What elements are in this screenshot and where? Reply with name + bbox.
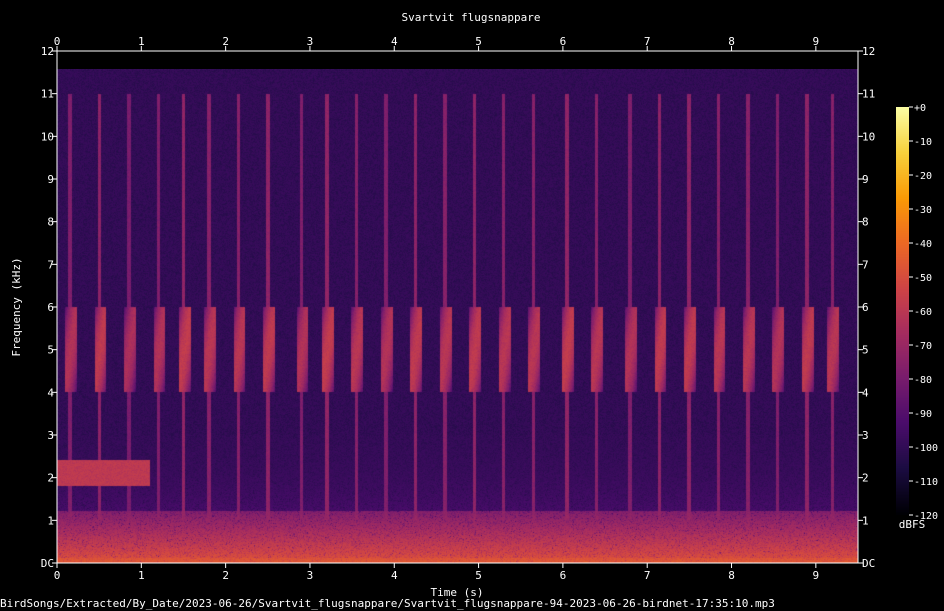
y-tick-label-left: 5 (47, 344, 54, 357)
colorbar-tick-label: -30 (914, 205, 932, 216)
colorbar-tick-label: -70 (914, 341, 932, 352)
y-tick-label-right: 12 (862, 45, 875, 58)
colorbar-tick-label: -20 (914, 171, 932, 182)
y-tick-label-left: 1 (47, 514, 54, 527)
x-tick-label-top: 9 (813, 35, 820, 48)
y-tick-label-left: 4 (47, 386, 54, 399)
y-tick-label-left: 10 (41, 130, 54, 143)
y-tick-label-right: 10 (862, 130, 875, 143)
plot-area (57, 69, 858, 563)
x-tick-label-bottom: 3 (307, 569, 314, 582)
y-tick-label-left: 2 (47, 472, 54, 485)
y-tick-label-left: 12 (41, 45, 54, 58)
spectrogram-image (57, 69, 858, 563)
x-tick-label-top: 3 (307, 35, 314, 48)
chart-title: Svartvit flugsnappare (401, 11, 540, 24)
y-tick-label-right: DC (862, 557, 875, 570)
x-tick-label-top: 5 (475, 35, 482, 48)
x-tick-label-top: 8 (728, 35, 735, 48)
x-tick-label-bottom: 0 (54, 569, 61, 582)
y-tick-label-right: 11 (862, 88, 875, 101)
colorbar-tick-label: -80 (914, 375, 932, 386)
y-tick-label-right: 3 (862, 429, 869, 442)
x-tick-label-bottom: 5 (475, 569, 482, 582)
x-tick-label-bottom: 1 (138, 569, 145, 582)
colorbar-tick-label: -60 (914, 307, 932, 318)
y-tick-label-left: 11 (41, 88, 54, 101)
y-tick-label-left: DC (41, 557, 54, 570)
file-path-caption: BirdSongs/Extracted/By_Date/2023-06-26/S… (0, 597, 775, 610)
y-tick-label-right: 4 (862, 386, 869, 399)
x-tick-label-top: 7 (644, 35, 651, 48)
y-tick-label-right: 8 (862, 216, 869, 229)
colorbar-tick-label: -110 (914, 477, 938, 488)
y-tick-label-right: 1 (862, 514, 869, 527)
y-tick-label-right: 2 (862, 472, 869, 485)
y-tick-label-right: 9 (862, 173, 869, 186)
colorbar-tick-label: -50 (914, 273, 932, 284)
colorbar-label: dBFS (899, 518, 926, 531)
y-tick-label-left: 9 (47, 173, 54, 186)
x-tick-label-top: 6 (560, 35, 567, 48)
y-tick-label-left: 8 (47, 216, 54, 229)
colorbar-tick-label: -10 (914, 137, 932, 148)
y-tick-label-left: 6 (47, 301, 54, 314)
x-tick-label-bottom: 8 (728, 569, 735, 582)
x-tick-label-bottom: 7 (644, 569, 651, 582)
x-tick-label-top: 0 (54, 35, 61, 48)
colorbar-tick-label: -90 (914, 409, 932, 420)
y-tick-label-right: 6 (862, 301, 869, 314)
colorbar-tick-label: -40 (914, 239, 932, 250)
colorbar-tick-label: -100 (914, 443, 938, 454)
x-tick-label-bottom: 2 (222, 569, 229, 582)
x-tick-label-top: 1 (138, 35, 145, 48)
y-tick-label-left: 7 (47, 258, 54, 271)
x-tick-label-bottom: 6 (560, 569, 567, 582)
y-tick-label-left: 3 (47, 429, 54, 442)
spectrogram-figure: Svartvit flugsnappare 001122334455667788… (0, 0, 944, 611)
y-tick-label-right: 7 (862, 258, 869, 271)
x-tick-label-bottom: 9 (813, 569, 820, 582)
x-tick-label-bottom: 4 (391, 569, 398, 582)
y-axis-label: Frequency (kHz) (10, 257, 23, 356)
colorbar (896, 107, 909, 515)
x-tick-label-top: 2 (222, 35, 229, 48)
x-tick-label-top: 4 (391, 35, 398, 48)
colorbar-tick-label: +0 (914, 103, 926, 114)
colorbar-gradient (896, 107, 909, 515)
y-tick-label-right: 5 (862, 344, 869, 357)
